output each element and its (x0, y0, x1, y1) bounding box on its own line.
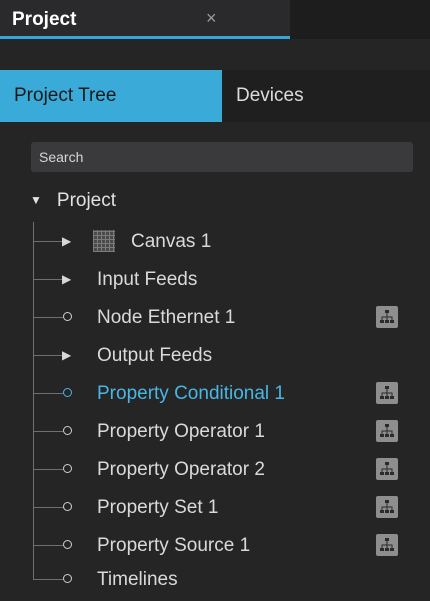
tab-project-tree[interactable]: Project Tree (0, 70, 222, 122)
tree-connector: ▶ (33, 222, 79, 260)
tab-devices[interactable]: Devices (222, 70, 430, 122)
tree-item-input-feeds[interactable]: ▶ Input Feeds (0, 260, 430, 298)
tree-connector (33, 450, 79, 488)
tree-connector (33, 412, 79, 450)
tree-connector (33, 298, 79, 336)
tree-connector (33, 488, 79, 526)
tree-root-label: Project (56, 190, 117, 211)
canvas-grid-icon (93, 230, 115, 252)
network-tree-icon[interactable] (376, 534, 398, 556)
tab-devices-label: Devices (236, 85, 304, 106)
tree-item-property-operator-2[interactable]: Property Operator 2 (0, 450, 430, 488)
network-tree-icon[interactable] (376, 458, 398, 480)
project-panel-tab[interactable]: Project × (0, 0, 290, 39)
network-tree-icon[interactable] (376, 420, 398, 442)
leaf-node-icon (63, 540, 72, 549)
leaf-node-icon (63, 426, 72, 435)
tree-connector (33, 374, 79, 412)
tree-item-label: Property Set 1 (97, 497, 219, 518)
tree-item-label: Timelines (97, 569, 178, 590)
tree-connector (33, 526, 79, 564)
tab-project-tree-label: Project Tree (14, 85, 117, 106)
expand-arrow-icon[interactable]: ▶ (62, 348, 71, 362)
tree-item-output-feeds[interactable]: ▶ Output Feeds (0, 336, 430, 374)
expand-arrow-icon[interactable]: ▶ (62, 272, 71, 286)
network-tree-icon[interactable] (376, 382, 398, 404)
tree-item-label: Property Conditional 1 (97, 383, 285, 404)
leaf-node-icon (63, 312, 72, 321)
tree-item-property-source-1[interactable]: Property Source 1 (0, 526, 430, 564)
expand-arrow-icon[interactable]: ▶ (62, 234, 71, 248)
tree-connector: ▶ (33, 336, 79, 374)
tree-item-node-ethernet-1[interactable]: Node Ethernet 1 (0, 298, 430, 336)
tree-item-label: Input Feeds (97, 269, 198, 290)
close-icon[interactable]: × (206, 8, 217, 29)
leaf-node-icon (63, 574, 72, 583)
tree-item-property-operator-1[interactable]: Property Operator 1 (0, 412, 430, 450)
tree-item-label: Canvas 1 (131, 231, 212, 252)
leaf-node-icon (63, 502, 72, 511)
panel-tabs: Project Tree Devices (0, 70, 430, 122)
network-tree-icon[interactable] (376, 496, 398, 518)
leaf-node-icon (63, 464, 72, 473)
tree-item-timelines[interactable]: Timelines (0, 560, 430, 598)
leaf-node-icon (63, 388, 72, 397)
panel-title-bar: Project × (0, 0, 430, 39)
tree-root-project[interactable]: ▼ Project (30, 190, 116, 216)
tree-item-canvas-1[interactable]: ▶ Canvas 1 (0, 222, 430, 260)
tree-item-label: Node Ethernet 1 (97, 307, 236, 328)
tree-item-property-set-1[interactable]: Property Set 1 (0, 488, 430, 526)
tree-item-label: Property Operator 2 (97, 459, 265, 480)
tree-connector (33, 560, 79, 598)
tree-item-label: Property Operator 1 (97, 421, 265, 442)
tree-item-property-conditional-1[interactable]: Property Conditional 1 (0, 374, 430, 412)
tree-connector: ▶ (33, 260, 79, 298)
project-panel: Project × Project Tree Devices ▼ Project … (0, 0, 430, 601)
collapse-caret-icon[interactable]: ▼ (30, 193, 42, 207)
tree-item-label: Property Source 1 (97, 535, 251, 556)
panel-title: Project (12, 9, 77, 30)
network-tree-icon[interactable] (376, 306, 398, 328)
tree-item-label: Output Feeds (97, 345, 213, 366)
search-input[interactable] (31, 142, 413, 172)
